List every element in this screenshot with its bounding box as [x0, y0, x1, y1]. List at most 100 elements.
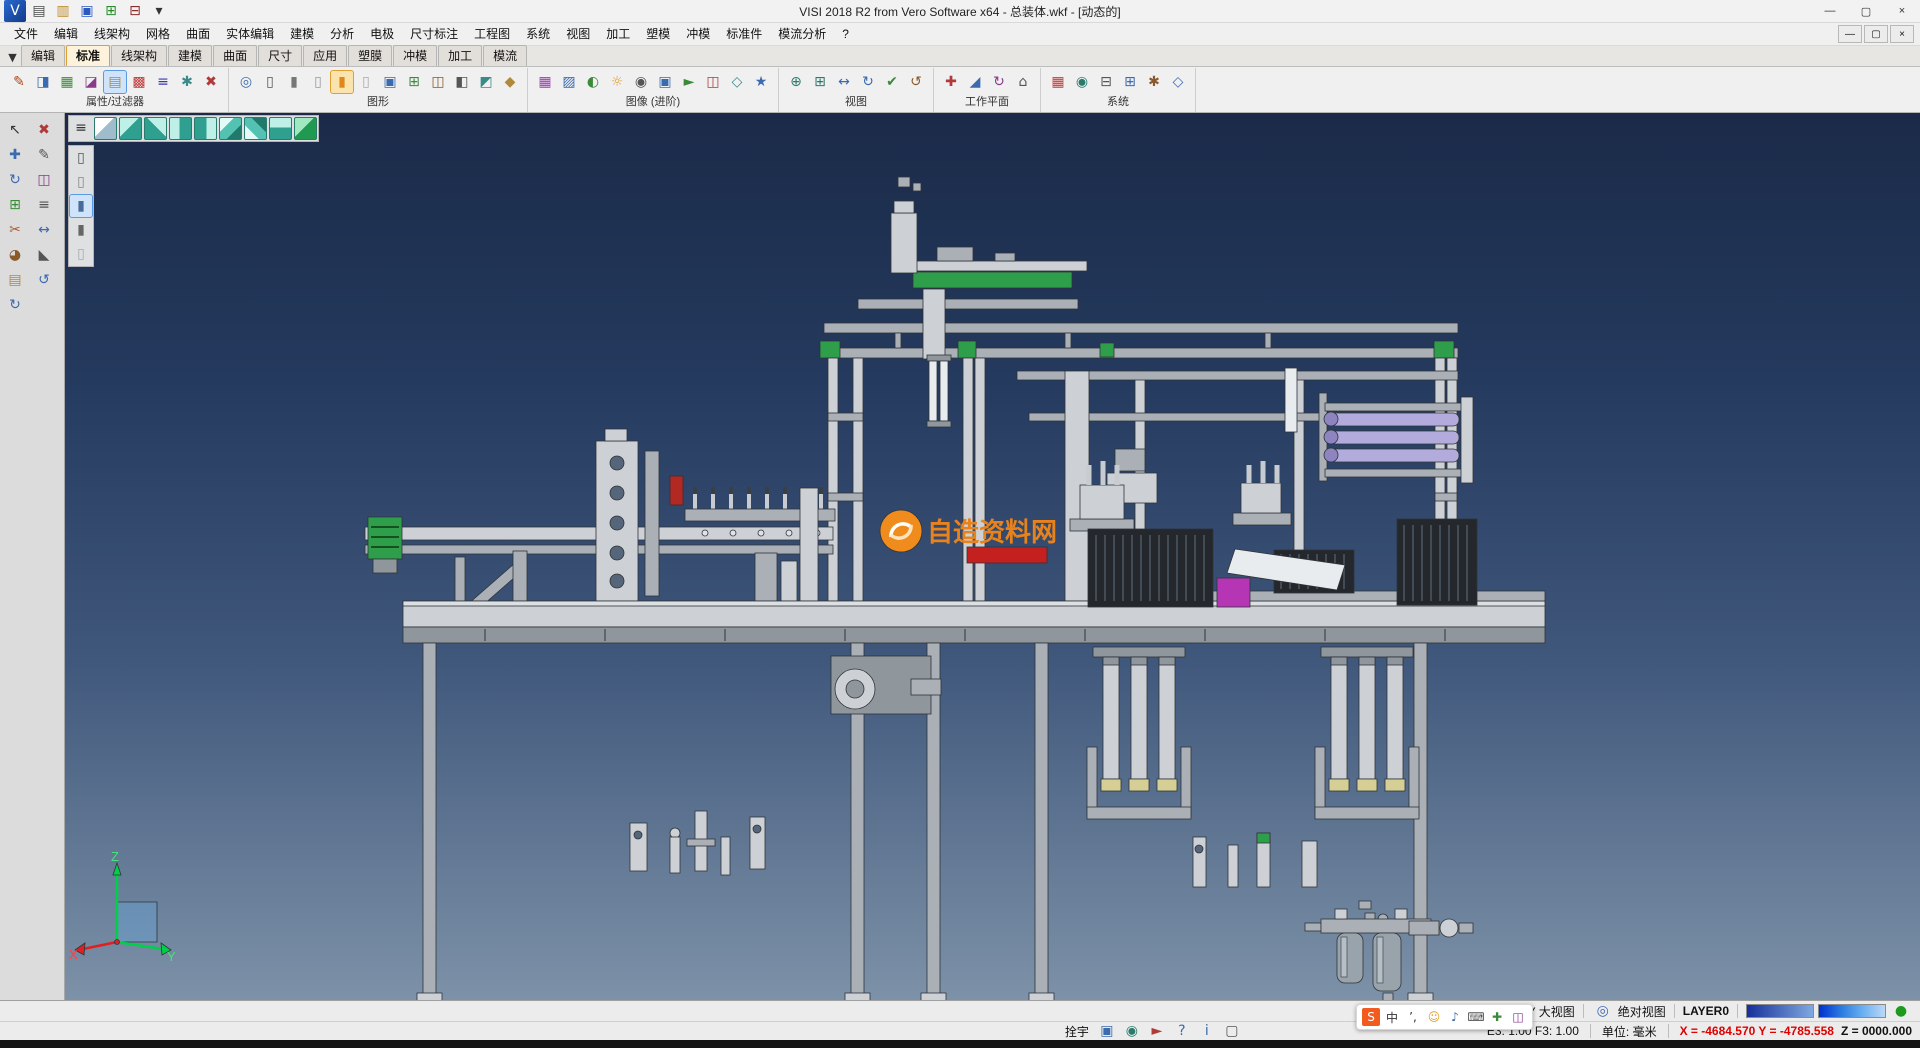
menu-item-建模[interactable]: 建模 — [282, 23, 322, 45]
image-capture-icon[interactable]: ▣ — [1096, 1020, 1118, 1042]
view-accept-icon[interactable]: ✔ — [881, 71, 903, 93]
save-icon[interactable]: ▣ — [76, 0, 98, 22]
monitor-icon[interactable]: ▢ — [1221, 1020, 1243, 1042]
menu-item-曲面[interactable]: 曲面 — [178, 23, 218, 45]
tab-尺寸[interactable]: 尺寸 — [258, 45, 302, 66]
system-options-icon[interactable]: ◇ — [1167, 71, 1189, 93]
reflection-icon[interactable]: ◩ — [475, 71, 497, 93]
skin-icon[interactable]: ◫ — [1509, 1008, 1527, 1026]
filter-point-icon[interactable]: ✱ — [176, 71, 198, 93]
punctuation-icon[interactable]: ’, — [1404, 1008, 1422, 1026]
display-shaded-icon[interactable]: ▮ — [70, 195, 92, 217]
filter-line-icon[interactable]: ≡ — [152, 71, 174, 93]
zoom-all-icon[interactable]: ⊕ — [785, 71, 807, 93]
menu-item-冲模[interactable]: 冲模 — [678, 23, 718, 45]
extend-icon[interactable]: ↔ — [33, 219, 55, 241]
visi-logo-icon[interactable]: V — [4, 0, 26, 22]
zoom-window-icon[interactable]: ⊞ — [809, 71, 831, 93]
texture-icon[interactable]: ▨ — [558, 71, 580, 93]
tab-冲模[interactable]: 冲模 — [393, 45, 437, 66]
3d-model-canvas[interactable]: 自造资料网 Z X Y — [65, 113, 1920, 1000]
display-transparent-icon[interactable]: ▯ — [70, 243, 92, 265]
status-sphere-icon[interactable]: ● — [1890, 1000, 1912, 1022]
lighting-icon[interactable]: ☼ — [606, 71, 628, 93]
display-shaded-edge-icon[interactable]: ▮ — [70, 219, 92, 241]
tab-应用[interactable]: 应用 — [303, 45, 347, 66]
tab-标准[interactable]: 标准 — [66, 45, 110, 66]
voice-input-icon[interactable]: ♪ — [1446, 1008, 1464, 1026]
menu-item-工程图[interactable]: 工程图 — [466, 23, 518, 45]
view-menu-icon[interactable]: ≡ — [70, 117, 92, 139]
new-file-icon[interactable]: ▤ — [28, 0, 50, 22]
menu-item-?[interactable]: ? — [834, 23, 857, 45]
cylinder-hidden-line-icon[interactable]: ▯ — [307, 71, 329, 93]
calculator-icon[interactable]: ⊟ — [1095, 71, 1117, 93]
menu-item-模流分析[interactable]: 模流分析 — [770, 23, 834, 45]
workplane-reset-icon[interactable]: ⌂ — [1012, 71, 1034, 93]
menu-item-视图[interactable]: 视图 — [558, 23, 598, 45]
filter-all-icon[interactable]: ▦ — [56, 71, 78, 93]
snap-settings-icon[interactable]: ✱ — [1143, 71, 1165, 93]
material-icon[interactable]: ◆ — [499, 71, 521, 93]
quick-access-dropdown-icon[interactable]: ▾ — [148, 0, 170, 22]
menu-item-加工[interactable]: 加工 — [598, 23, 638, 45]
input-mode-icon[interactable]: 中 — [1383, 1008, 1401, 1026]
display-hidden-icon[interactable]: ▯ — [70, 171, 92, 193]
menu-item-网格[interactable]: 网格 — [138, 23, 178, 45]
close-button[interactable]: × — [1884, 1, 1920, 22]
grid-settings-icon[interactable]: ⊞ — [1119, 71, 1141, 93]
shadow-icon[interactable]: ◧ — [451, 71, 473, 93]
mdi-minimize-button[interactable]: — — [1838, 25, 1862, 43]
sogou-logo-icon[interactable]: S — [1362, 1008, 1380, 1026]
view-mode-label[interactable]: 绝对视图 — [1618, 1003, 1666, 1020]
animation-icon[interactable]: ► — [678, 71, 700, 93]
menu-item-线架构[interactable]: 线架构 — [86, 23, 138, 45]
workplane-rotate-icon[interactable]: ↻ — [988, 71, 1010, 93]
bounding-box-icon[interactable]: ▣ — [379, 71, 401, 93]
grid-display-icon[interactable]: ⊞ — [403, 71, 425, 93]
attribute-copy-icon[interactable]: ◨ — [32, 71, 54, 93]
view-cube-back-icon[interactable] — [144, 117, 167, 140]
render-settings-icon[interactable]: ▦ — [534, 71, 556, 93]
view-cube-front-icon[interactable] — [119, 117, 142, 140]
redo-icon[interactable]: ↻ — [4, 294, 26, 316]
menu-item-文件[interactable]: 文件 — [6, 23, 46, 45]
active-layer-label[interactable]: LAYER0 — [1683, 1004, 1729, 1018]
tab-dropdown-icon[interactable]: ▼ — [4, 49, 21, 66]
tab-模流[interactable]: 模流 — [483, 45, 527, 66]
shaded-mode-icon[interactable]: ▮ — [331, 71, 353, 93]
video-icon[interactable]: ► — [1146, 1020, 1168, 1042]
delete-icon[interactable]: ✖ — [33, 119, 55, 141]
view-cube-bottom-icon[interactable] — [269, 117, 292, 140]
view-cube-right-icon[interactable] — [194, 117, 217, 140]
transparency-icon[interactable]: ◇ — [726, 71, 748, 93]
move-icon[interactable]: ✚ — [4, 144, 26, 166]
color-palette-icon[interactable]: ▦ — [1047, 71, 1069, 93]
previous-view-icon[interactable]: ↺ — [905, 71, 927, 93]
view-cube-top-icon[interactable] — [94, 117, 117, 140]
tab-编辑[interactable]: 编辑 — [21, 45, 65, 66]
undo-icon[interactable]: ↺ — [33, 269, 55, 291]
cylinder-shaded-icon[interactable]: ▮ — [283, 71, 305, 93]
view-cube-iso-icon[interactable] — [219, 117, 242, 140]
rotate-view-icon[interactable]: ↻ — [857, 71, 879, 93]
edit-pencil-icon[interactable]: ✎ — [33, 144, 55, 166]
mdi-restore-button[interactable]: ▢ — [1864, 25, 1888, 43]
cylinder-wire-icon[interactable]: ▯ — [259, 71, 281, 93]
menu-item-系统[interactable]: 系统 — [518, 23, 558, 45]
menu-item-塑模[interactable]: 塑模 — [638, 23, 678, 45]
section-view-icon[interactable]: ◫ — [427, 71, 449, 93]
snapshot-icon[interactable]: ▣ — [654, 71, 676, 93]
filter-layer-icon[interactable]: ▤ — [104, 71, 126, 93]
mirror-icon[interactable]: ◫ — [33, 169, 55, 191]
wireframe-mode-icon[interactable]: ◎ — [235, 71, 257, 93]
menu-item-尺寸标注[interactable]: 尺寸标注 — [402, 23, 466, 45]
info-icon[interactable]: i — [1196, 1020, 1218, 1042]
stereo-view-icon[interactable]: ◫ — [702, 71, 724, 93]
fillet-icon[interactable]: ◕ — [4, 244, 26, 266]
tab-曲面[interactable]: 曲面 — [213, 45, 257, 66]
tab-建模[interactable]: 建模 — [168, 45, 212, 66]
emoji-icon[interactable]: ☺ — [1425, 1008, 1443, 1026]
ghost-mode-icon[interactable]: ▯ — [355, 71, 377, 93]
view-cube-left-icon[interactable] — [169, 117, 192, 140]
